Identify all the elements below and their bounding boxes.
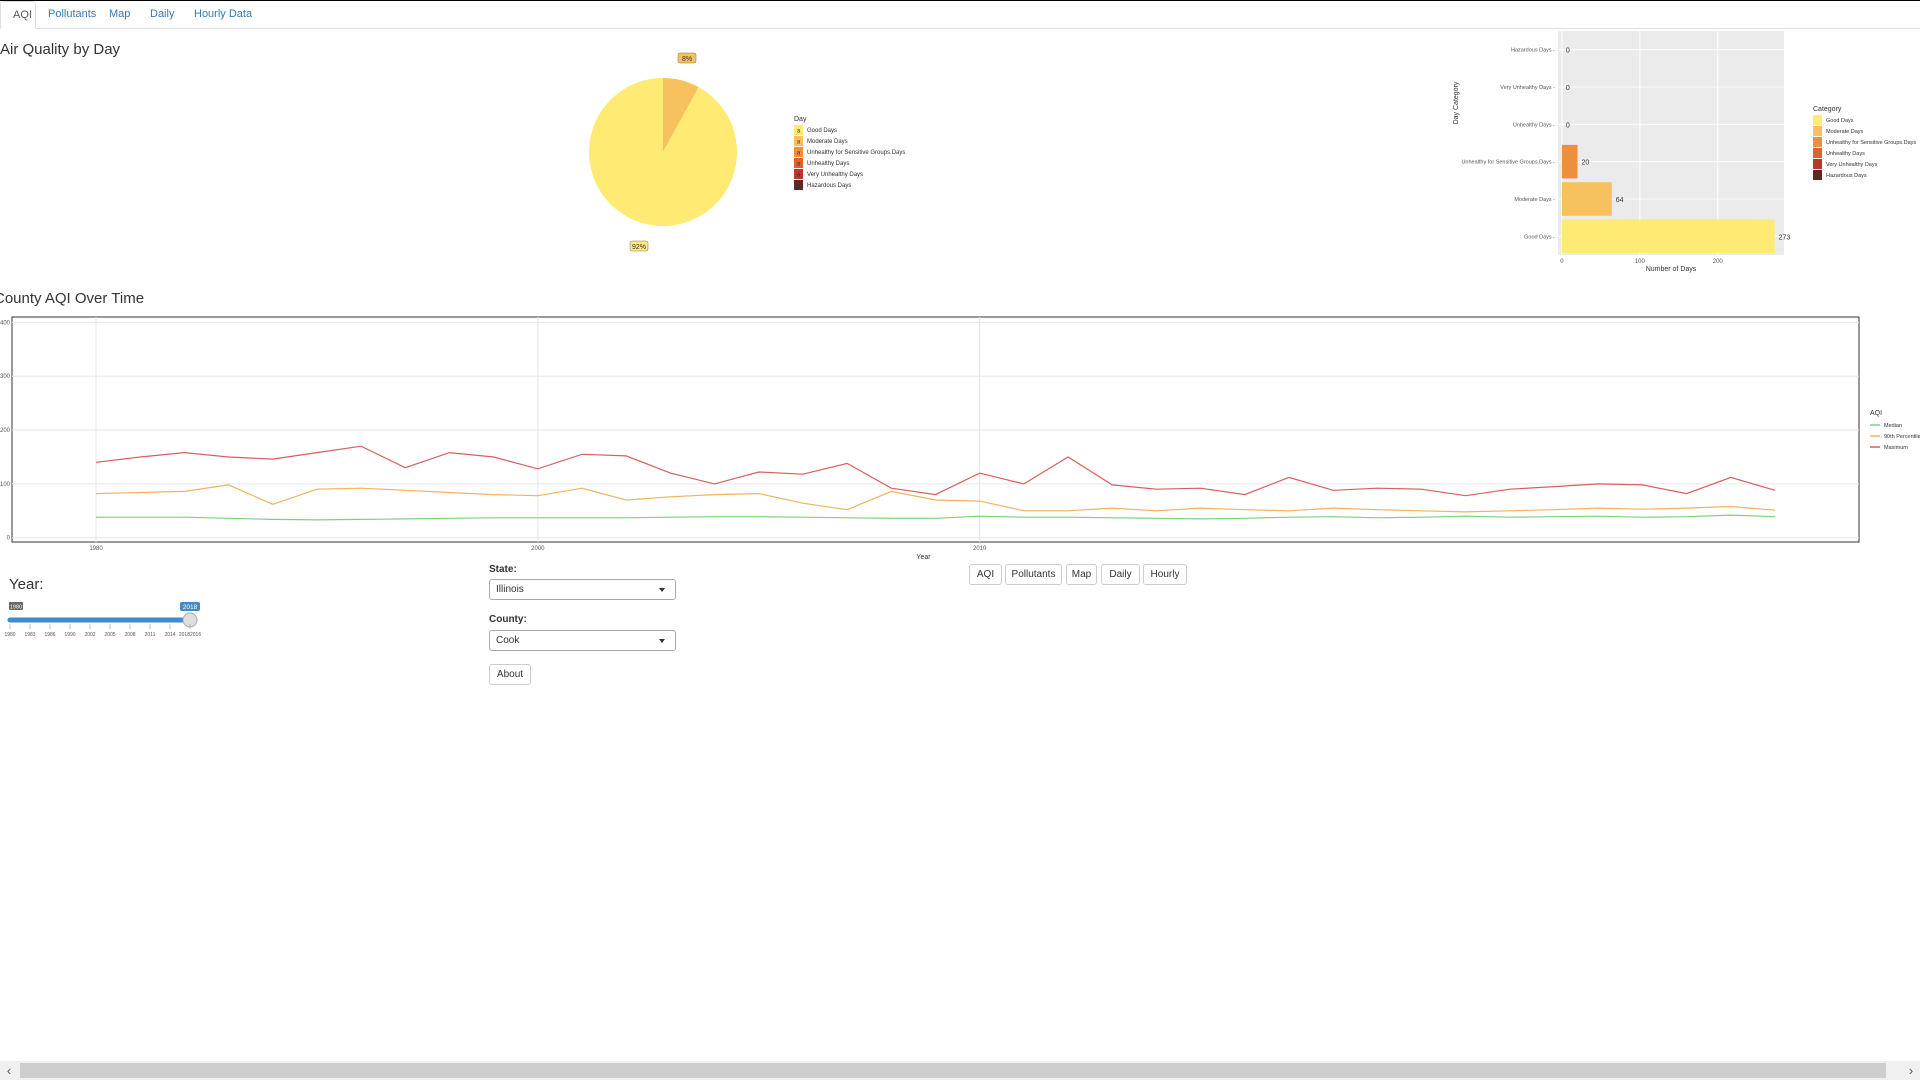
slider-tick-label: 1983 — [24, 632, 35, 638]
bar-value-label: 64 — [1616, 197, 1624, 204]
tab-aqi[interactable]: AQI — [0, 1, 36, 29]
slider-from-label: 1980 — [10, 605, 22, 611]
bar-legend-key — [1813, 159, 1822, 169]
bar-y-axis-title: Day Category — [1453, 81, 1460, 124]
bar-value-label: 20 — [1581, 160, 1589, 167]
bar-category-label: Good Days - — [1524, 234, 1555, 240]
hourly-button[interactable]: Hourly — [1143, 564, 1187, 585]
pie-legend-label: Good Days — [807, 128, 837, 134]
tab-hourly-data[interactable]: Hourly Data — [182, 1, 264, 28]
bar-xtick-label: 200 — [1713, 259, 1724, 265]
slider-tick-label: 2014 — [164, 632, 175, 638]
line-ytick-label: 300 — [0, 374, 11, 380]
map-button[interactable]: Map — [1066, 564, 1097, 585]
bar-value-label: 0 — [1566, 122, 1570, 129]
slider-tick-label: 2002 — [84, 632, 95, 638]
bar-legend-key — [1813, 148, 1822, 158]
bar-legend-label: Good Days — [1826, 118, 1854, 124]
slider-tick-label: 1980 — [4, 632, 15, 638]
county-select-value: Cook — [496, 635, 520, 646]
line-chart: 0 100 200 300 400 1980 2000 2010 Year AQIMedian 9… — [0, 316, 1920, 561]
about-button[interactable]: About — [489, 664, 531, 685]
bar-legend-label: Unhealthy Days — [1826, 151, 1865, 157]
bar-legend-key — [1813, 170, 1822, 180]
line-x-axis-title: Year — [916, 554, 931, 561]
scroll-right-icon[interactable]: › — [1902, 1061, 1920, 1080]
line-legend-label: Maximum — [1884, 445, 1908, 451]
year-label: Year: — [9, 576, 44, 593]
bar-category-label: Very Unhealthy Days - — [1500, 85, 1555, 91]
slider-tick-label: 2011 — [145, 632, 156, 638]
bar-legend-label: Hazardous Days — [1826, 173, 1867, 179]
bar-chart: 0 100 200273Good Days -64Moderate Days -20… — [1453, 31, 1916, 273]
bar-category-label: Moderate Days - — [1514, 197, 1555, 203]
bar-xtick-label: 100 — [1635, 259, 1646, 265]
pie-slice-label: 8% — [682, 56, 692, 63]
state-select-value: Illinois — [496, 584, 524, 595]
pie-chart: 92%8% Daya Good Daysa Moderate Daysa Unheal… — [589, 52, 905, 252]
pie-slice-good — [589, 78, 737, 226]
bar-legend-label: Unhealthy for Sensitive Groups.Days — [1826, 140, 1916, 146]
bar-value-label: 0 — [1566, 48, 1570, 55]
pie-legend-title: Day — [794, 116, 807, 123]
pie-section-title: Air Quality by Day — [0, 41, 121, 58]
pie-legend-label: Unhealthy for Sensitive Groups.Days — [807, 150, 905, 156]
slider-tick-label: 20182016 — [179, 632, 201, 638]
tab-map[interactable]: Map — [97, 1, 142, 28]
pie-legend-label: Very Unhealthy Days — [807, 172, 863, 178]
pie-legend-label: Moderate Days — [807, 139, 848, 145]
chevron-down-icon — [659, 588, 665, 592]
line-xtick-label: 2000 — [531, 546, 545, 552]
bar-unhealthy-for-sensitive-groups-days — [1561, 144, 1578, 179]
pie-legend-label: Unhealthy Days — [807, 161, 849, 167]
state-label: State: — [489, 564, 517, 575]
bar-value-label: 0 — [1566, 85, 1570, 92]
pie-legend-label: Hazardous Days — [807, 183, 851, 189]
line-ytick-label: 0 — [7, 536, 11, 542]
bar-good-days — [1561, 219, 1775, 254]
bar-category-label: Unhealthy for Sensitive Groups.Days - — [1461, 160, 1555, 166]
year-slider[interactable]: 1980 2018 1980 1983 1986 1990 2002 2005 2008 2011… — [0, 596, 210, 646]
line-section-title: County AQI Over Time — [0, 290, 145, 307]
slider-to-label: 2018 — [183, 604, 198, 611]
line-ytick-label: 400 — [0, 320, 11, 326]
bar-category-label: Unhealthy Days - — [1513, 122, 1555, 128]
line-legend-label: 90th Percentile — [1884, 434, 1920, 440]
daily-button[interactable]: Daily — [1101, 564, 1140, 585]
slider-tick-label: 2005 — [104, 632, 115, 638]
line-xtick-label: 2010 — [973, 546, 987, 552]
line-ytick-label: 200 — [0, 428, 11, 434]
bar-legend-key — [1813, 137, 1822, 147]
pollutants-button[interactable]: Pollutants — [1005, 564, 1062, 585]
bar-xtick-label: 0 — [1560, 259, 1564, 265]
line-legend-title: AQI — [1870, 410, 1882, 417]
state-select[interactable]: Illinois — [489, 579, 676, 600]
bar-category-label: Hazardous Days - — [1511, 48, 1555, 54]
county-select[interactable]: Cook — [489, 630, 676, 651]
pie-slice-label: 92% — [632, 244, 646, 251]
horizontal-scrollbar[interactable]: ‹ › — [0, 1061, 1920, 1080]
bar-legend-label: Very Unhealthy Days — [1826, 162, 1878, 168]
line-ytick-label: 100 — [0, 482, 11, 488]
bar-legend-label: Moderate Days — [1826, 129, 1864, 135]
scrollbar-thumb[interactable] — [20, 1063, 1886, 1078]
bar-legend-key — [1813, 115, 1822, 125]
chevron-down-icon — [659, 639, 665, 643]
bar-legend-title: Category — [1813, 106, 1842, 113]
tab-daily[interactable]: Daily — [138, 1, 186, 28]
bar-moderate-days — [1561, 182, 1612, 216]
county-label: County: — [489, 614, 527, 625]
scroll-left-icon[interactable]: ‹ — [0, 1061, 18, 1080]
bar-legend-key — [1813, 126, 1822, 136]
nav-tabs: AQI Pollutants Map Daily Hourly Data — [0, 1, 1920, 29]
slider-tick-label: 1986 — [44, 632, 55, 638]
slider-tick-label: 2008 — [124, 632, 135, 638]
bar-value-label: 273 — [1779, 234, 1791, 241]
line-legend-label: Median — [1884, 423, 1902, 429]
line-xtick-label: 1980 — [89, 546, 103, 552]
aqi-button[interactable]: AQI — [969, 564, 1002, 585]
slider-tick-label: 1990 — [64, 632, 75, 638]
bar-x-axis-title: Number of Days — [1646, 266, 1697, 273]
